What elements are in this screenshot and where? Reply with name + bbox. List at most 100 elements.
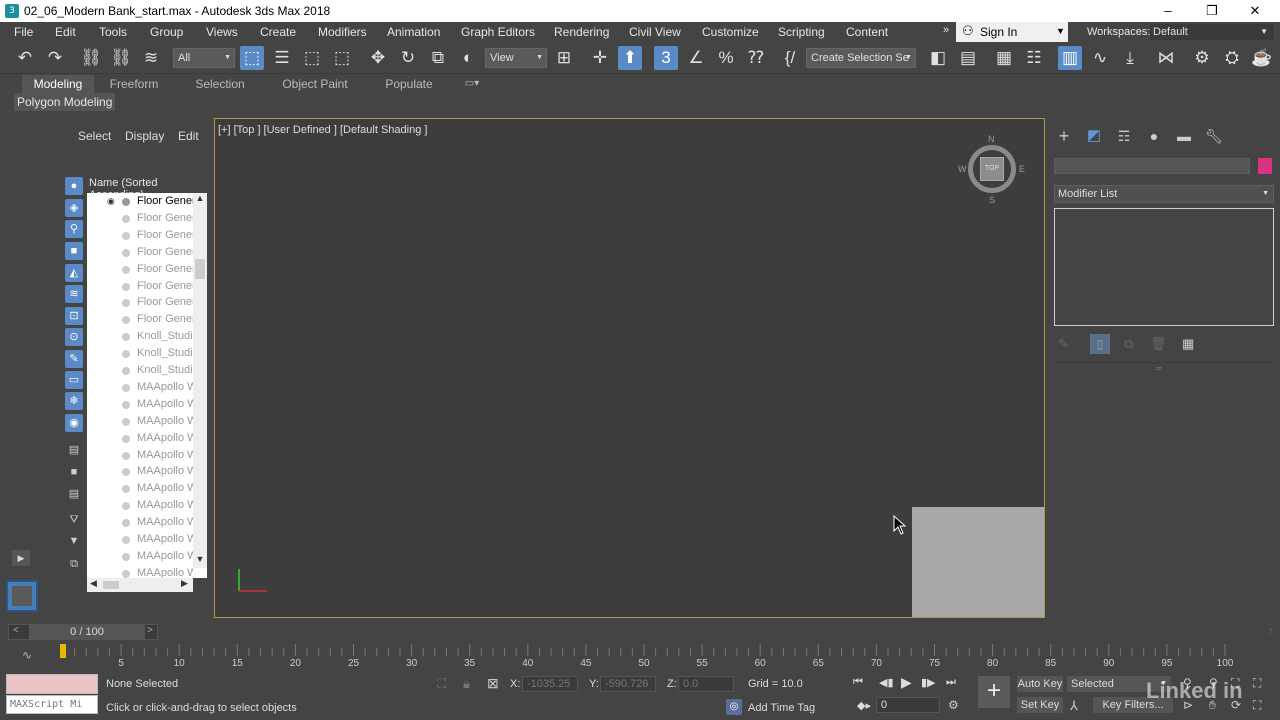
toggle-ribbon-icon[interactable]: ▥ — [1058, 46, 1082, 70]
isolate-selection-icon[interactable]: ⛶ — [437, 676, 446, 692]
display-lights-icon[interactable]: ◭ — [65, 264, 83, 282]
chevron-right-icon[interactable]: ▶ — [181, 578, 188, 589]
maximize-viewport-icon[interactable]: ⛶ — [1253, 698, 1261, 713]
pin-stack-icon[interactable]: ✎ — [1058, 336, 1069, 352]
list-item[interactable]: MAApollo W — [87, 379, 193, 396]
list-item[interactable]: Floor Generi — [87, 210, 193, 227]
bind-space-warp-icon[interactable]: ≋ — [139, 46, 163, 70]
minimize-button[interactable]: – — [1145, 0, 1191, 22]
align-icon[interactable]: ▤ — [956, 46, 980, 70]
explorer-tab-select[interactable]: Select — [78, 129, 111, 143]
go-to-start-icon[interactable]: ⏮ — [853, 676, 863, 689]
motion-tab-icon[interactable]: ● — [1144, 126, 1164, 146]
menu-views[interactable]: Views — [206, 25, 238, 39]
viewport-top[interactable]: [+] [Top ] [User Defined ] [Default Shad… — [214, 118, 1045, 618]
display-shapes-icon[interactable]: ⚲ — [65, 220, 83, 238]
snaps-toggle-icon[interactable]: 3 — [654, 46, 678, 70]
filter-icon[interactable]: ▼ — [65, 532, 83, 550]
unlink-icon[interactable]: ⛓ — [109, 46, 133, 70]
utilities-tab-icon[interactable]: 🔧︎ — [1204, 126, 1224, 146]
select-by-name-icon[interactable]: ☰ — [270, 46, 294, 70]
list-item[interactable]: MAApollo W — [87, 413, 193, 430]
spinner-snap-icon[interactable]: ⁇ — [744, 46, 768, 70]
tab-selection[interactable]: Selection — [186, 75, 254, 93]
list-item[interactable]: MAApollo W — [87, 447, 193, 464]
scale-icon[interactable]: ⧉ — [426, 46, 450, 70]
timeline-expand-icon[interactable]: ↑ — [1268, 626, 1273, 637]
list-item[interactable]: Floor Generi — [87, 294, 193, 311]
scrollbar-thumb[interactable] — [103, 581, 119, 589]
selection-filter-dropdown[interactable]: All ▼ — [173, 48, 235, 68]
render-frame-icon[interactable]: ☕ — [1250, 46, 1274, 70]
display-containers-icon[interactable]: ❄ — [65, 392, 83, 410]
next-frame-icon[interactable]: ▮▶ — [921, 676, 936, 689]
menu-edit[interactable]: Edit — [55, 25, 76, 39]
menu-graph-editors[interactable]: Graph Editors — [461, 25, 535, 39]
list-item[interactable]: Knoll_Studio — [87, 362, 193, 379]
create-tab-icon[interactable]: + — [1054, 126, 1074, 146]
z-coordinate-field[interactable]: 0.0 — [678, 676, 734, 692]
current-frame-field[interactable]: 0 — [876, 697, 940, 713]
display-bones-icon[interactable]: ▭ — [65, 371, 83, 389]
expand-panel-icon[interactable]: ▶ — [12, 550, 30, 566]
tab-populate[interactable]: Populate — [374, 75, 444, 93]
previous-frame-icon[interactable]: ◀▮ — [879, 676, 894, 689]
list-item[interactable]: MAApollo W — [87, 531, 193, 548]
show-end-result-icon[interactable]: ▯ — [1090, 334, 1110, 354]
list-item[interactable]: ◉ Floor Generi — [87, 193, 193, 210]
time-tag-icon[interactable]: ◎ — [726, 699, 742, 715]
menu-file[interactable]: File — [14, 25, 33, 39]
chevron-up-icon[interactable]: ▲ — [193, 193, 207, 207]
edit-named-selection-icon[interactable]: {/ — [778, 46, 802, 70]
select-object-icon[interactable]: ⬚ — [240, 46, 264, 70]
explorer-tab-edit[interactable]: Edit — [178, 129, 199, 143]
modifier-stack[interactable] — [1054, 208, 1274, 326]
angle-snap-icon[interactable]: ∠ — [684, 46, 708, 70]
viewcube-face[interactable]: TOP — [980, 157, 1004, 181]
absolute-mode-icon[interactable]: ⊠ — [487, 675, 499, 692]
chevron-left-icon[interactable]: < — [13, 625, 19, 636]
list-item[interactable]: MAApollo W — [87, 514, 193, 531]
menu-create[interactable]: Create — [260, 25, 296, 39]
menu-tools[interactable]: Tools — [99, 25, 127, 39]
object-name-field[interactable] — [1054, 158, 1250, 174]
schematic-view-icon[interactable]: ⋈ — [1154, 46, 1178, 70]
key-mode-icon[interactable]: ◆▸ — [857, 699, 871, 712]
display-cameras-icon[interactable]: ■ — [65, 242, 83, 260]
x-coordinate-field[interactable]: -1035.25 — [522, 676, 578, 692]
move-icon[interactable]: ✥ — [366, 46, 390, 70]
set-key-button[interactable]: Set Key — [1017, 697, 1063, 713]
display-tab-icon[interactable]: ▬ — [1174, 126, 1194, 146]
curve-editor-icon[interactable]: ∿ — [1088, 46, 1112, 70]
set-keys-icon[interactable]: + — [978, 676, 1010, 708]
render-setup-icon[interactable]: ⛭ — [1220, 46, 1244, 70]
sync-selection-icon[interactable]: ⧉ — [65, 555, 83, 573]
keyboard-shortcut-override-icon[interactable]: ⬆ — [618, 46, 642, 70]
list-item[interactable]: Floor Generi — [87, 261, 193, 278]
window-crossing-icon[interactable]: ⬚ — [330, 46, 354, 70]
named-selection-dropdown[interactable]: Create Selection Se ▼ — [806, 48, 916, 68]
vertical-scrollbar[interactable]: ▲ ▼ — [193, 193, 207, 568]
display-groups-icon[interactable]: ⊙ — [65, 328, 83, 346]
display-spacewarps-icon[interactable]: ≋ — [65, 285, 83, 303]
reference-coordinate-dropdown[interactable]: View ▼ — [485, 48, 547, 68]
object-color-swatch[interactable] — [1258, 158, 1272, 174]
tab-freeform[interactable]: Freeform — [100, 75, 168, 93]
menu-scripting[interactable]: Scripting — [778, 25, 825, 39]
display-geometry-icon[interactable]: ◈ — [65, 199, 83, 217]
ribbon-options-icon[interactable]: ▭▾ — [458, 75, 486, 93]
dope-sheet-icon[interactable]: ⤓ — [1118, 46, 1142, 70]
menu-modifiers[interactable]: Modifiers — [318, 25, 367, 39]
list-item[interactable]: MAApollo W — [87, 548, 193, 565]
time-configuration-icon[interactable]: ⚙ — [948, 698, 959, 712]
list-item[interactable]: MAApollo W — [87, 463, 193, 480]
display-children-icon[interactable]: ▤ — [65, 441, 83, 459]
auto-key-button[interactable]: Auto Key — [1017, 676, 1063, 692]
redo-icon[interactable]: ↷ — [43, 46, 67, 70]
scene-explorer-icon[interactable]: ▦ — [992, 46, 1016, 70]
list-item[interactable]: Floor Generi — [87, 227, 193, 244]
tab-object-paint[interactable]: Object Paint — [272, 75, 358, 93]
list-item[interactable]: MAApollo W — [87, 396, 193, 413]
select-manipulate-icon[interactable]: ✛ — [588, 46, 612, 70]
list-item[interactable]: Floor Generi — [87, 244, 193, 261]
